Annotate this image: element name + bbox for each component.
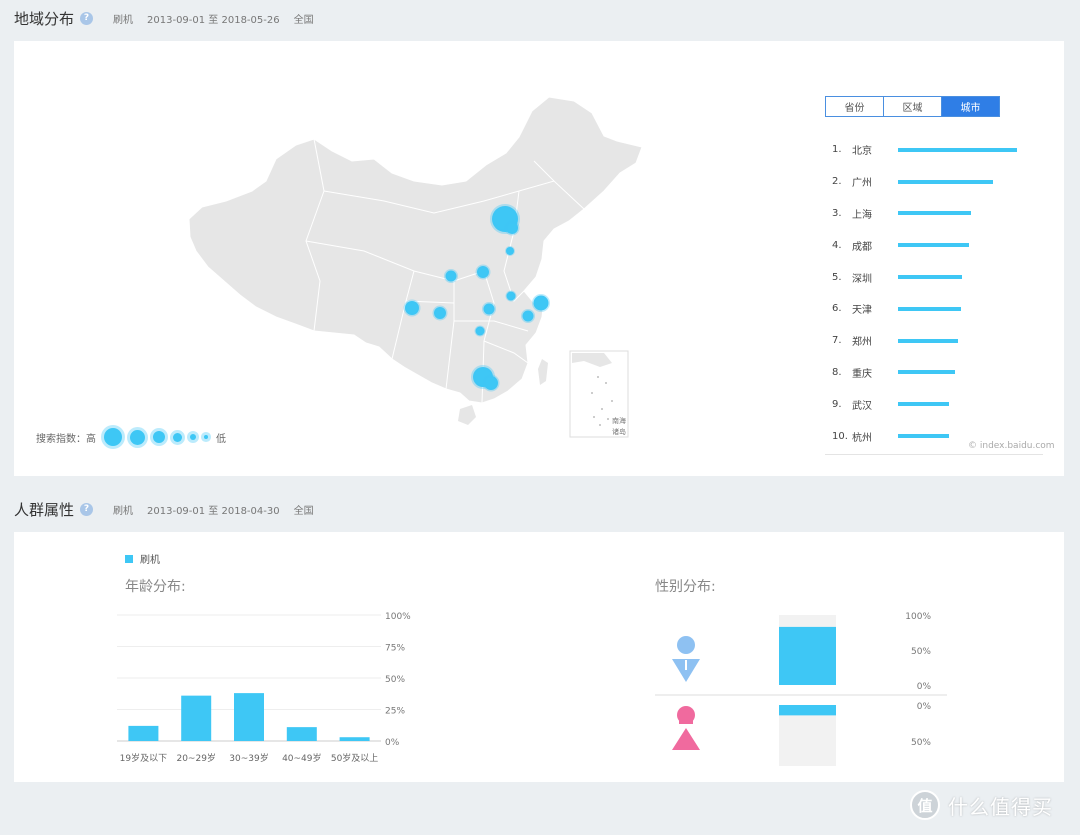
ranking-row[interactable]: 9. 武汉 — [832, 388, 1042, 420]
legend-dot-5 — [190, 434, 196, 440]
bubble-shenzhen — [482, 374, 500, 392]
ranking-number: 5. — [832, 271, 842, 283]
bubble-tianjin — [504, 220, 520, 236]
ranking-number: 1. — [832, 144, 842, 156]
region-section-header: 地域分布 ? 刷机 2013-09-01 至 2018-05-26 全国 — [14, 6, 328, 30]
ranking-row[interactable]: 2. 广州 — [832, 166, 1042, 198]
bubble-shanghai — [532, 294, 550, 312]
ranking-city: 上海 — [852, 209, 872, 221]
bubble-wuhan — [482, 302, 496, 316]
ranking-row[interactable]: 6. 天津 — [832, 293, 1042, 325]
gender-bar-chart: 100% 50% 0% 0% 50% — [655, 612, 947, 766]
gender-top-tick: 100% — [905, 612, 931, 622]
ranking-number: 10. — [832, 430, 848, 442]
gender-bottom-tick: 50% — [911, 738, 931, 748]
gender-bottom-tick: 0% — [917, 702, 932, 712]
hainan-island — [458, 405, 476, 425]
source-watermark: © index.baidu.com — [968, 441, 1055, 451]
region-section-title: 地域分布 — [14, 9, 75, 28]
legend-dot-2 — [130, 429, 145, 445]
crowd-section-title: 人群属性 — [14, 500, 75, 519]
ranking-bar — [898, 275, 963, 280]
legend-dot-3 — [153, 431, 165, 443]
map-legend: 搜索指数：高 低 — [36, 428, 226, 446]
map-legend-low: 低 — [216, 433, 226, 445]
female-bar[interactable] — [779, 705, 836, 716]
bubble-zhengzhou — [475, 264, 491, 280]
ranking-bar — [898, 434, 950, 439]
tab-province[interactable]: 省份 — [825, 96, 884, 117]
crowd-date-range: 2013-09-01 至 2018-04-30 — [147, 505, 280, 517]
taiwan-island — [538, 359, 548, 385]
bubble-changsha — [474, 325, 486, 337]
region-scope: 全国 — [293, 14, 314, 26]
south-sea-inset: 南海 诸岛 — [569, 350, 629, 438]
ranking-number: 8. — [832, 366, 842, 378]
ranking-bar — [898, 147, 1017, 152]
crowd-section-header: 人群属性 ? 刷机 2013-09-01 至 2018-04-30 全国 — [14, 497, 328, 521]
ranking-tabs: 省份 区域 城市 — [825, 96, 1000, 117]
ranking-city: 郑州 — [852, 337, 872, 349]
ranking-row[interactable]: 1. 北京 — [832, 134, 1042, 166]
ranking-divider — [825, 454, 1043, 455]
bubble-xian — [444, 269, 458, 283]
ranking-city: 成都 — [852, 241, 872, 253]
ranking-city: 重庆 — [852, 368, 872, 380]
legend-dot-6 — [204, 435, 208, 439]
legend-dot-4 — [173, 432, 182, 442]
south-sea-label-line2: 诸岛 — [612, 427, 626, 436]
crowd-keyword: 刷机 — [113, 505, 134, 517]
ranking-number: 6. — [832, 303, 842, 315]
brand-text: 什么值得买 — [948, 794, 1053, 819]
city-ranking-list: 1. 北京 2. 广州 3. 上海 4. 成都 5. 深圳 6. 天津 7. 郑州 8. 重庆 9. 武汉 10. 杭… — [832, 134, 1042, 452]
ranking-row[interactable]: 8. 重庆 — [832, 357, 1042, 389]
ranking-bar — [898, 179, 994, 184]
legend-dot-1 — [104, 428, 122, 446]
brand-watermark: 值 什么值得买 — [910, 790, 1053, 820]
south-sea-label-line1: 南海 — [612, 416, 626, 425]
male-bar[interactable] — [779, 626, 836, 685]
ranking-row[interactable]: 5. 深圳 — [832, 261, 1042, 293]
ranking-bar — [898, 370, 956, 375]
bubble-chengdu — [403, 299, 421, 317]
ranking-number: 4. — [832, 239, 842, 251]
bubble-hangzhou — [521, 309, 535, 323]
brand-logo: 值 — [910, 790, 940, 820]
question-icon[interactable]: ? — [80, 502, 94, 516]
ranking-bar — [898, 243, 970, 248]
ranking-number: 3. — [832, 207, 842, 219]
region-keyword: 刷机 — [113, 14, 134, 26]
ranking-number: 7. — [832, 335, 842, 347]
question-icon[interactable]: ? — [80, 11, 94, 25]
bubble-hefei — [505, 290, 517, 302]
male-icon — [672, 636, 700, 682]
ranking-city: 深圳 — [852, 273, 872, 285]
ranking-number: 9. — [832, 398, 842, 410]
gender-top-tick: 0% — [917, 682, 932, 692]
tab-city[interactable]: 城市 — [941, 96, 1000, 117]
ranking-city: 杭州 — [852, 432, 872, 444]
ranking-row[interactable]: 3. 上海 — [832, 198, 1042, 230]
ranking-bar — [898, 402, 950, 407]
region-panel: 南海 诸岛 搜索指数：高 低 省份 区域 城市 1. 北京 2. 广州 3. 上… — [14, 41, 1064, 476]
bubble-jinan — [505, 246, 515, 256]
ranking-city: 北京 — [852, 146, 872, 158]
bubble-chongqing — [432, 305, 448, 321]
female-icon — [672, 706, 700, 750]
ranking-city: 天津 — [852, 305, 872, 317]
ranking-bar — [898, 338, 958, 343]
ranking-city: 武汉 — [852, 400, 872, 412]
crowd-panel: 刷机 年龄分布: 性别分布: 100% 75% 50% 25% 0% 19岁及以下 20~2… — [14, 532, 1064, 782]
tab-region[interactable]: 区域 — [883, 96, 942, 117]
region-date-range: 2013-09-01 至 2018-05-26 — [147, 14, 280, 26]
ranking-number: 2. — [832, 176, 842, 188]
ranking-bar — [898, 306, 962, 311]
map-legend-label: 搜索指数：高 — [36, 433, 96, 445]
gender-top-tick: 50% — [911, 647, 931, 657]
crowd-scope: 全国 — [293, 505, 314, 517]
ranking-row[interactable]: 7. 郑州 — [832, 325, 1042, 357]
ranking-bar — [898, 211, 971, 216]
ranking-city: 广州 — [852, 178, 872, 190]
ranking-row[interactable]: 4. 成都 — [832, 229, 1042, 261]
